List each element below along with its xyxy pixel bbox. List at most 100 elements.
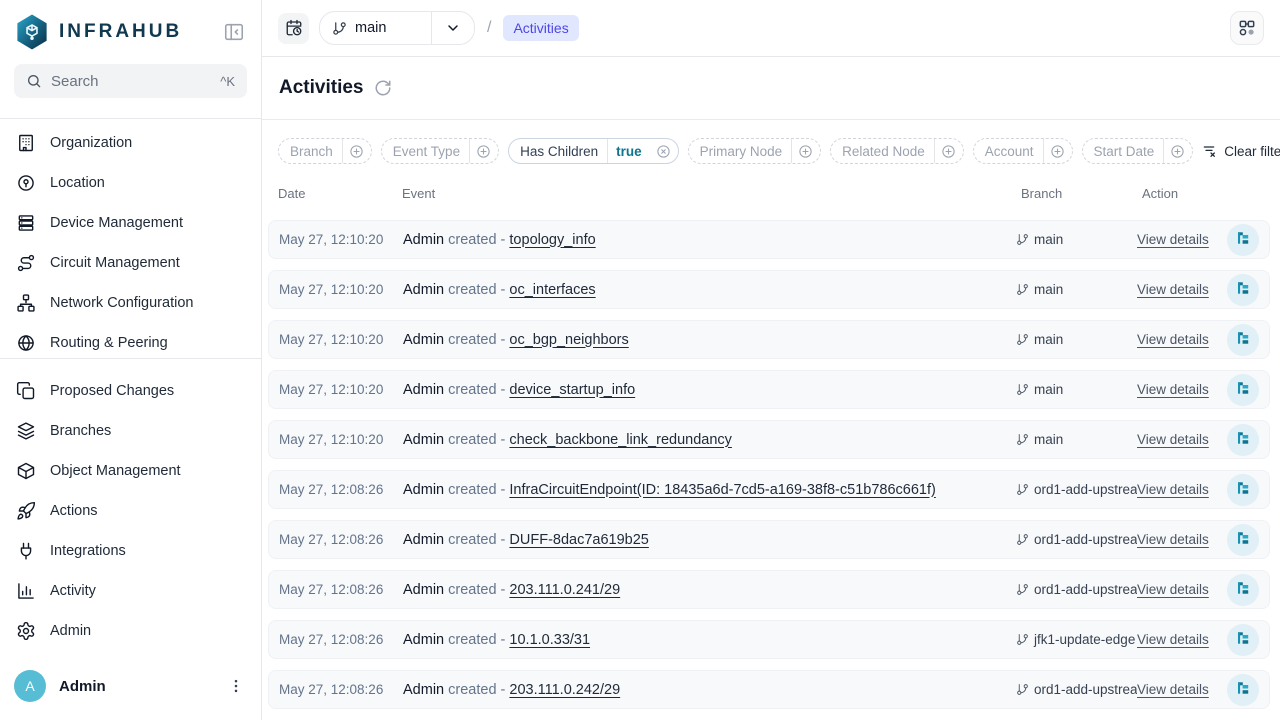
sidebar-item-branches[interactable]: Branches [0,411,261,451]
branch-label: main [1034,282,1063,297]
filter-label: Start Date [1083,144,1164,159]
event-link[interactable]: 203.111.0.242/29 [509,682,620,698]
event-verb: created - [448,532,505,548]
filter-pill-account[interactable]: Account [973,138,1073,164]
event-link[interactable]: oc_interfaces [509,282,595,298]
row-branch: ord1-add-upstrea [1016,582,1137,597]
branch-name: main [355,20,386,36]
task-tree-button[interactable] [1227,324,1259,356]
row-date: May 27, 12:10:20 [279,232,403,247]
event-actor: Admin [403,482,444,498]
tree-badge-icon [1235,480,1251,499]
event-actor: Admin [403,582,444,598]
filter-pill-start-date[interactable]: Start Date [1082,138,1194,164]
task-tree-button[interactable] [1227,524,1259,556]
task-tree-button[interactable] [1227,624,1259,656]
task-tree-button[interactable] [1227,374,1259,406]
view-details-link[interactable]: View details [1137,582,1209,597]
plus-circle-icon[interactable] [1164,144,1192,159]
event-link[interactable]: InfraCircuitEndpoint(ID: 18435a6d-7cd5-a… [509,482,935,498]
task-tree-button[interactable] [1227,424,1259,456]
sidebar-item-device-management[interactable]: Device Management [0,203,261,243]
sidebar-item-label: Device Management [50,215,183,231]
task-tree-button[interactable] [1227,474,1259,506]
table-row: May 27, 12:10:20Admin created - topology… [268,220,1270,259]
tasks-button[interactable] [1230,11,1264,45]
event-link[interactable]: oc_bgp_neighbors [509,332,628,348]
event-link[interactable]: check_backbone_link_redundancy [509,432,732,448]
refresh-icon[interactable] [374,79,392,97]
calendar-clock-button[interactable] [278,13,309,44]
plus-circle-icon[interactable] [470,144,498,159]
task-tree-button[interactable] [1227,224,1259,256]
view-details-link[interactable]: View details [1137,532,1209,547]
filter-pill-primary-node[interactable]: Primary Node [688,138,822,164]
filter-label: Event Type [382,144,469,159]
plus-circle-icon[interactable] [792,144,820,159]
branch-selector[interactable]: main [319,11,475,45]
row-event: Admin created - topology_info [403,232,1016,248]
sidebar-item-circuit-management[interactable]: Circuit Management [0,243,261,283]
plus-circle-icon[interactable] [935,144,963,159]
sidebar-item-admin[interactable]: Admin [0,611,261,651]
view-details-link[interactable]: View details [1137,282,1209,297]
sidebar-item-activity[interactable]: Activity [0,571,261,611]
event-actor: Admin [403,432,444,448]
sidebar-item-routing-peering[interactable]: Routing & Peering [0,323,261,358]
view-details-link[interactable]: View details [1137,382,1209,397]
view-details-link[interactable]: View details [1137,332,1209,347]
activity-rows: May 27, 12:10:20Admin created - topology… [268,220,1270,720]
chevron-down-icon[interactable] [432,12,474,44]
sidebar-item-organization[interactable]: Organization [0,123,261,163]
event-link[interactable]: DUFF-8dac7a619b25 [509,532,648,548]
plus-circle-icon[interactable] [343,144,371,159]
branch-label: ord1-add-upstrea [1034,482,1137,497]
sidebar-item-integrations[interactable]: Integrations [0,531,261,571]
user-name: Admin [59,678,106,695]
task-tree-button[interactable] [1227,674,1259,706]
event-link[interactable]: topology_info [509,232,595,248]
branch-selector-value: main [320,20,431,36]
search-box[interactable]: ^K [14,64,247,98]
view-details-link[interactable]: View details [1137,632,1209,647]
avatar[interactable]: A [14,670,46,702]
kebab-menu-icon[interactable] [227,677,245,695]
clear-filters-button[interactable]: Clear filters [1202,143,1280,159]
sidebar-item-object-management[interactable]: Object Management [0,451,261,491]
sidebar-collapse-icon[interactable] [223,21,245,43]
app-root: INFRAHUB ^K OrganizationLocationDevice M… [0,0,1280,720]
filter-label: Branch [279,144,342,159]
view-details-link[interactable]: View details [1137,232,1209,247]
filter-label: Account [974,144,1043,159]
plus-circle-icon[interactable] [1044,144,1072,159]
table-row: May 27, 12:10:20Admin created - check_ba… [268,420,1270,459]
view-details-link[interactable]: View details [1137,482,1209,497]
view-details-link[interactable]: View details [1137,432,1209,447]
breadcrumb-activities[interactable]: Activities [503,15,578,41]
sidebar-item-actions[interactable]: Actions [0,491,261,531]
table-row: May 27, 12:10:20Admin created - oc_bgp_n… [268,320,1270,359]
filter-pill-event-type[interactable]: Event Type [381,138,499,164]
sidebar-item-label: Location [50,175,105,191]
sidebar-item-location[interactable]: Location [0,163,261,203]
event-link[interactable]: 203.111.0.241/29 [509,582,620,598]
view-details-link[interactable]: View details [1137,682,1209,697]
sidebar-item-proposed-changes[interactable]: Proposed Changes [0,371,261,411]
filter-pill-branch[interactable]: Branch [278,138,372,164]
filter-pill-related-node[interactable]: Related Node [830,138,964,164]
branch-label: ord1-add-upstrea [1034,682,1137,697]
x-circle-icon[interactable] [650,144,678,159]
sidebar-item-network-configuration[interactable]: Network Configuration [0,283,261,323]
search-input[interactable] [51,73,211,90]
task-tree-button[interactable] [1227,574,1259,606]
server-icon [16,213,36,233]
event-link[interactable]: 10.1.0.33/31 [509,632,590,648]
breadcrumb-separator: / [487,19,491,37]
event-link[interactable]: device_startup_info [509,382,635,398]
branch-label: main [1034,332,1063,347]
row-action: View details [1137,674,1259,706]
task-tree-button[interactable] [1227,274,1259,306]
tree-badge-icon [1235,680,1251,699]
branch-label: main [1034,232,1063,247]
filter-pill-has-children[interactable]: Has Childrentrue [508,138,679,164]
